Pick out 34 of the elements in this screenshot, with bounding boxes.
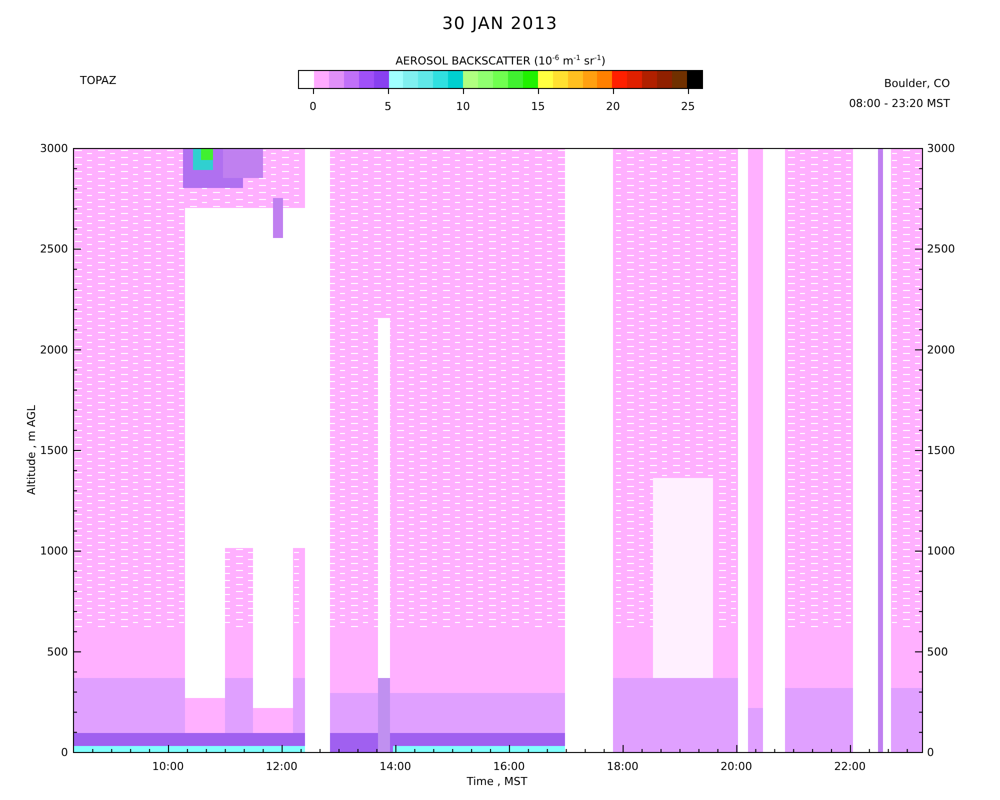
x-tick-label: 18:00: [606, 760, 638, 773]
y-tick-label: 2000: [40, 343, 68, 356]
y-tick-label: 3000: [40, 142, 68, 155]
colorbar-tick-label: 0: [310, 100, 316, 113]
x-tick-label: 10:00: [152, 760, 184, 773]
x-tick-label: 14:00: [379, 760, 412, 773]
colorbar-tick-label: 10: [456, 100, 470, 113]
y-tick-label: 2000: [927, 343, 955, 356]
x-tick-label: 20:00: [720, 760, 752, 773]
instrument-label: TOPAZ: [80, 74, 116, 87]
y-tick-label: 2500: [40, 242, 68, 256]
x-axis-title: Time , MST: [466, 775, 528, 788]
y-tick-label: 1500: [40, 444, 68, 457]
location-label: Boulder, CO: [884, 77, 950, 90]
colorbar-tick-label: 15: [531, 100, 545, 113]
y-tick-label: 2500: [927, 242, 955, 256]
y-tick-label: 3000: [927, 142, 955, 155]
colorbar-tick-label: 25: [681, 100, 695, 113]
y-tick-label: 1000: [927, 544, 955, 558]
x-tick-label: 22:00: [834, 760, 866, 773]
y-tick-label: 500: [47, 645, 68, 658]
y-tick-label: 0: [927, 746, 934, 759]
y-axis-title: Altitude , m AGL: [25, 405, 38, 495]
y-tick-label: 1500: [927, 444, 955, 457]
x-tick-label: 16:00: [493, 760, 525, 773]
plot-title: 30 JAN 2013: [441, 13, 559, 36]
colorbar-label: AEROSOL BACKSCATTER (10$^{-6}$ m$^{-1}$ sr$^{-1}$): [394, 54, 606, 70]
y-tick-label: 0: [61, 746, 68, 759]
y-tick-label: 1000: [40, 544, 68, 558]
colorbar-tick-label: 5: [384, 100, 392, 113]
colorbar-tick-label: 20: [606, 100, 620, 113]
time-range-label: 08:00 - 23:20 MST: [848, 97, 950, 110]
x-tick-label: 12:00: [266, 760, 298, 773]
y-tick-label: 500: [927, 645, 948, 658]
